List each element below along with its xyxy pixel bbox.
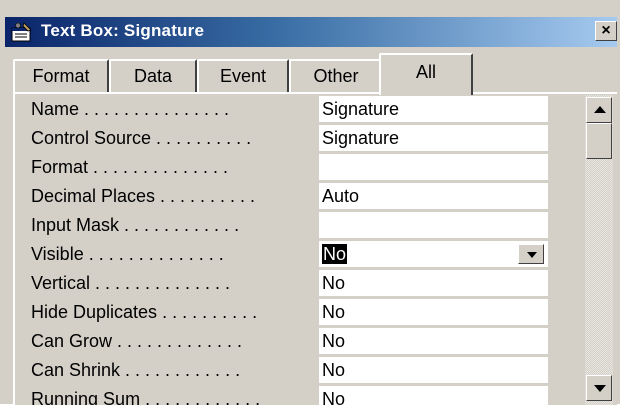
property-row[interactable]: Control Source . . . . . . . . . . Signa… [21, 124, 551, 153]
property-value-field[interactable] [319, 154, 548, 180]
tab-format[interactable]: Format [13, 59, 109, 93]
scrollbar-thumb[interactable] [586, 123, 612, 159]
property-row[interactable]: Input Mask . . . . . . . . . . . . [21, 211, 551, 240]
scroll-down-button[interactable] [586, 375, 612, 401]
property-row[interactable]: Can Shrink . . . . . . . . . . . . No [21, 356, 551, 385]
property-value-field[interactable]: Auto [319, 183, 548, 209]
property-row[interactable]: Can Grow . . . . . . . . . . . . . No [21, 327, 551, 356]
property-label: Input Mask . . . . . . . . . . . . [31, 215, 240, 235]
property-value-field[interactable]: Signature [319, 125, 548, 151]
property-value-field[interactable]: No [319, 328, 548, 354]
scroll-down-icon [594, 385, 606, 392]
vertical-scrollbar[interactable] [585, 95, 613, 405]
property-label: Visible . . . . . . . . . . . . . . [31, 244, 224, 264]
property-label: Vertical . . . . . . . . . . . . . . [31, 273, 231, 293]
property-value-field[interactable]: No [319, 357, 548, 383]
tab-event[interactable]: Event [197, 59, 289, 93]
property-row[interactable]: Decimal Places . . . . . . . . . . Auto [21, 182, 551, 211]
tab-all[interactable]: All [379, 53, 473, 95]
scroll-up-icon [594, 106, 606, 113]
dropdown-button[interactable] [518, 244, 544, 264]
property-value-field[interactable]: No [319, 386, 548, 405]
tab-strip: Format Data Event Other All [13, 53, 613, 95]
scroll-up-button[interactable] [586, 97, 612, 123]
property-label: Running Sum . . . . . . . . . . . . [31, 389, 261, 405]
property-value-field[interactable]: Signature [319, 96, 548, 122]
property-grid: Name . . . . . . . . . . . . . . . Signa… [21, 95, 551, 405]
property-label: Hide Duplicates . . . . . . . . . . [31, 302, 258, 322]
property-value-field[interactable]: No [319, 299, 548, 325]
tab-other[interactable]: Other [289, 59, 383, 93]
property-sheet-window: Text Box: Signature × Format Data Event … [0, 0, 620, 405]
property-label: Decimal Places . . . . . . . . . . [31, 186, 256, 206]
window-title: Text Box: Signature [41, 21, 205, 40]
close-button[interactable]: × [595, 21, 617, 41]
selected-value[interactable]: No [322, 244, 348, 264]
property-value-field[interactable]: No [319, 270, 548, 296]
chevron-down-icon [527, 252, 537, 258]
close-icon: × [601, 22, 611, 39]
property-row[interactable]: Format . . . . . . . . . . . . . . [21, 153, 551, 182]
property-row[interactable]: Name . . . . . . . . . . . . . . . Signa… [21, 95, 551, 124]
property-label: Name . . . . . . . . . . . . . . . [31, 99, 230, 119]
property-value-dropdown[interactable]: No [319, 241, 548, 267]
title-bar[interactable]: Text Box: Signature × [5, 17, 617, 47]
property-row[interactable]: Running Sum . . . . . . . . . . . . No [21, 385, 551, 405]
property-label: Format . . . . . . . . . . . . . . [31, 157, 229, 177]
tab-data[interactable]: Data [109, 59, 197, 93]
property-label: Control Source . . . . . . . . . . [31, 128, 252, 148]
property-label: Can Grow . . . . . . . . . . . . . [31, 331, 243, 351]
properties-icon [11, 22, 32, 42]
property-row[interactable]: Vertical . . . . . . . . . . . . . . No [21, 269, 551, 298]
property-label: Can Shrink . . . . . . . . . . . . [31, 360, 241, 380]
property-value-field[interactable] [319, 212, 548, 238]
property-row[interactable]: Hide Duplicates . . . . . . . . . . No [21, 298, 551, 327]
property-row[interactable]: Visible . . . . . . . . . . . . . . No [21, 240, 551, 269]
